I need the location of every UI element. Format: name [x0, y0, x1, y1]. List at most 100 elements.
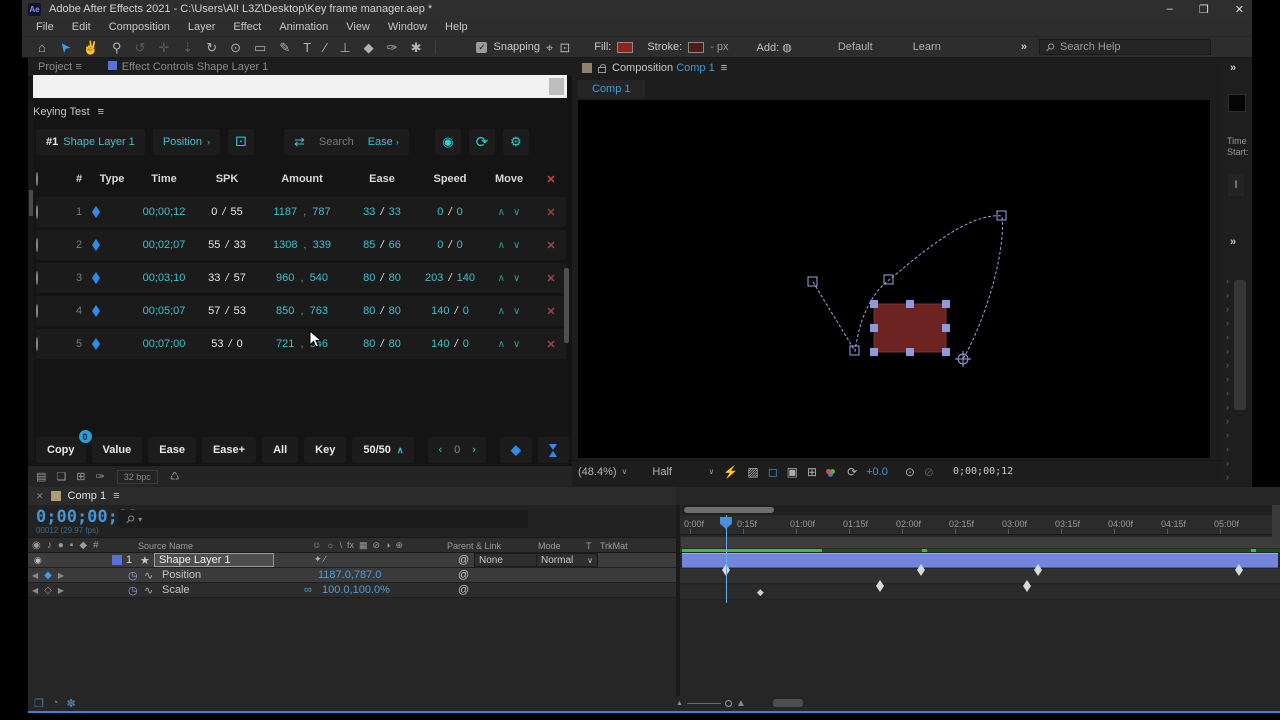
lock-icon[interactable] — [598, 67, 606, 73]
property-selector-button[interactable]: Position› — [153, 129, 220, 155]
delete-row-button[interactable]: ✕ — [536, 305, 566, 318]
spk-values[interactable]: 0 / 55 — [196, 206, 258, 218]
ease-values[interactable]: 85 / 66 — [346, 239, 418, 251]
table-row-keyframe-3[interactable]: 300;03;1033 / 57960 , 54080 / 80203 / 14… — [36, 263, 566, 293]
expand-panels-button[interactable]: » — [1230, 62, 1236, 74]
delete-all-button[interactable]: ✕ — [536, 173, 566, 186]
stopwatch-icon[interactable]: ◷ — [128, 569, 138, 582]
move-up-icon[interactable]: ∧ — [494, 273, 509, 284]
prev-keyframe-icon[interactable]: ◀ — [32, 586, 38, 595]
zoom-out-icon[interactable]: ▲ — [676, 700, 683, 707]
add-shape-control[interactable]: Add: ◍ — [757, 41, 792, 54]
copy-button[interactable]: Copy 0 — [36, 437, 86, 463]
collapsed-item-chevron[interactable]: › — [1226, 402, 1229, 412]
ease-values[interactable]: 80 / 80 — [346, 272, 418, 284]
tab-effect-controls[interactable]: Effect Controls Shape Layer 1 — [108, 61, 269, 73]
layer-name-field[interactable]: Shape Layer 1 — [154, 553, 274, 567]
target-layer-button[interactable]: #1 Shape Layer 1 — [36, 129, 145, 155]
tab-project[interactable]: Project ≡ — [38, 61, 82, 73]
motion-blur-icon[interactable]: ◔ — [52, 697, 59, 710]
move-up-icon[interactable]: ∧ — [494, 339, 509, 350]
work-area-bar[interactable] — [680, 536, 1280, 549]
stroke-color-swatch[interactable] — [688, 42, 704, 53]
graph-icon[interactable]: ∿ — [144, 584, 153, 597]
audio-icon[interactable]: ♪ — [47, 540, 52, 551]
close-button[interactable]: ✕ — [1235, 3, 1244, 16]
pixel-aspect-icon[interactable]: ⊞ — [807, 465, 817, 479]
lock-icon[interactable]: ▪ — [70, 540, 74, 551]
collapsed-item-chevron[interactable]: › — [1226, 332, 1229, 342]
scale-value[interactable]: 100.0,100.0% — [322, 584, 390, 596]
select-all-radio[interactable] — [36, 173, 66, 185]
comp-panel-menu-icon[interactable]: ≡ — [721, 62, 727, 74]
speed-values[interactable]: 203 / 140 — [418, 272, 482, 284]
table-row-keyframe-5[interactable]: 500;07;0053 / 0721 , 54680 / 80140 / 0∧∨… — [36, 329, 566, 359]
switch-icon-5[interactable]: ⊘ — [373, 540, 381, 551]
fill-color-swatch[interactable] — [617, 42, 633, 53]
layer-duration-bar[interactable] — [682, 553, 1278, 568]
solo-icon[interactable]: ● — [58, 540, 64, 551]
script-ui-white-field[interactable] — [33, 75, 567, 98]
table-scrollbar[interactable] — [564, 268, 569, 343]
menu-help[interactable]: Help — [445, 21, 468, 33]
column-parent-link[interactable]: Parent & Link — [447, 541, 501, 551]
row-select-radio[interactable] — [36, 272, 66, 284]
ease-values[interactable]: 80 / 80 — [346, 305, 418, 317]
key-button[interactable]: Key — [304, 437, 346, 463]
move-down-icon[interactable]: ∨ — [509, 339, 524, 350]
row-select-radio[interactable] — [36, 239, 66, 251]
ease-values[interactable]: 33 / 33 — [346, 206, 418, 218]
keyframe-time[interactable]: 00;02;07 — [132, 239, 196, 251]
menu-edit[interactable]: Edit — [72, 21, 91, 33]
timeline-hscroll-thumb[interactable] — [773, 699, 803, 707]
selection-tool-icon[interactable]: ➤ — [56, 39, 73, 56]
pen-tool-icon[interactable]: ✎ — [279, 41, 290, 54]
mask-visibility-icon[interactable]: ◻ — [768, 465, 778, 479]
collapsed-item-chevron[interactable]: › — [1226, 388, 1229, 398]
delete-row-button[interactable]: ✕ — [536, 272, 566, 285]
switch-icon-2[interactable]: \ — [339, 540, 342, 551]
switch-icon-6[interactable]: ◑ — [385, 540, 390, 551]
home-icon[interactable]: ⌂ — [38, 41, 46, 54]
add-diamond-key-button[interactable]: ◆ — [500, 437, 532, 463]
move-down-icon[interactable]: ∨ — [509, 273, 524, 284]
hand-tool-icon[interactable]: ✌ — [83, 41, 99, 54]
property-name-position[interactable]: Position — [162, 569, 201, 581]
keying-test-panel-title[interactable]: Keying Test — [33, 106, 90, 118]
next-keyframe-icon[interactable]: ▶ — [58, 586, 64, 595]
rail-scrollbar[interactable] — [1234, 280, 1246, 410]
zoom-tool-icon[interactable]: ⚲ — [112, 41, 122, 54]
amount-values[interactable]: 1187 , 787 — [258, 206, 346, 218]
collapsed-item-chevron[interactable]: › — [1226, 360, 1229, 370]
scroll-nub[interactable] — [29, 190, 33, 216]
switch-icon-7[interactable]: ⊕ — [395, 540, 403, 551]
menu-animation[interactable]: Animation — [279, 21, 328, 33]
ease-selector[interactable]: Ease › — [368, 136, 399, 148]
column-trkmat[interactable]: TrkMat — [600, 541, 628, 551]
column-t[interactable]: T — [586, 541, 592, 551]
ratio-button[interactable]: 50/50∧ — [352, 437, 414, 463]
shape-layer-rectangle[interactable] — [874, 304, 946, 352]
timeline-zoom-scrollbar[interactable] — [682, 505, 1280, 515]
scale-keyframe-track[interactable]: ◆ — [680, 585, 1280, 600]
snapping-checkbox[interactable]: ✓ — [476, 42, 487, 53]
collapsed-item-chevron[interactable]: › — [1226, 374, 1229, 384]
comp-timecode[interactable]: 0;00;00;12 — [953, 466, 1013, 477]
prev-keyframe-icon[interactable]: ◀ — [32, 571, 38, 580]
collapsed-items-chevrons[interactable]: ›››››››››››››››› — [1226, 276, 1229, 496]
collapsed-item-chevron[interactable]: › — [1226, 290, 1229, 300]
delete-row-button[interactable]: ✕ — [536, 206, 566, 219]
move-down-icon[interactable]: ∨ — [509, 240, 524, 251]
switch-icon-1[interactable]: ☼ — [326, 540, 334, 551]
collapsed-item-chevron[interactable]: › — [1226, 346, 1229, 356]
amount-values[interactable]: 960 , 540 — [258, 272, 346, 284]
row-select-radio[interactable] — [36, 305, 66, 317]
scale-link-icon[interactable]: ∞ — [304, 584, 312, 596]
position-pickwhip-icon[interactable]: @ — [458, 569, 469, 581]
zoom-in-icon[interactable]: ▲ — [736, 698, 746, 709]
trash-icon[interactable]: ♺ — [170, 470, 180, 483]
stroke-px-value[interactable]: - px — [710, 41, 728, 53]
column-source-name[interactable]: Source Name — [138, 541, 193, 551]
value-button[interactable]: Value — [92, 437, 143, 463]
video-eye-icon[interactable]: ◉ — [32, 540, 41, 551]
